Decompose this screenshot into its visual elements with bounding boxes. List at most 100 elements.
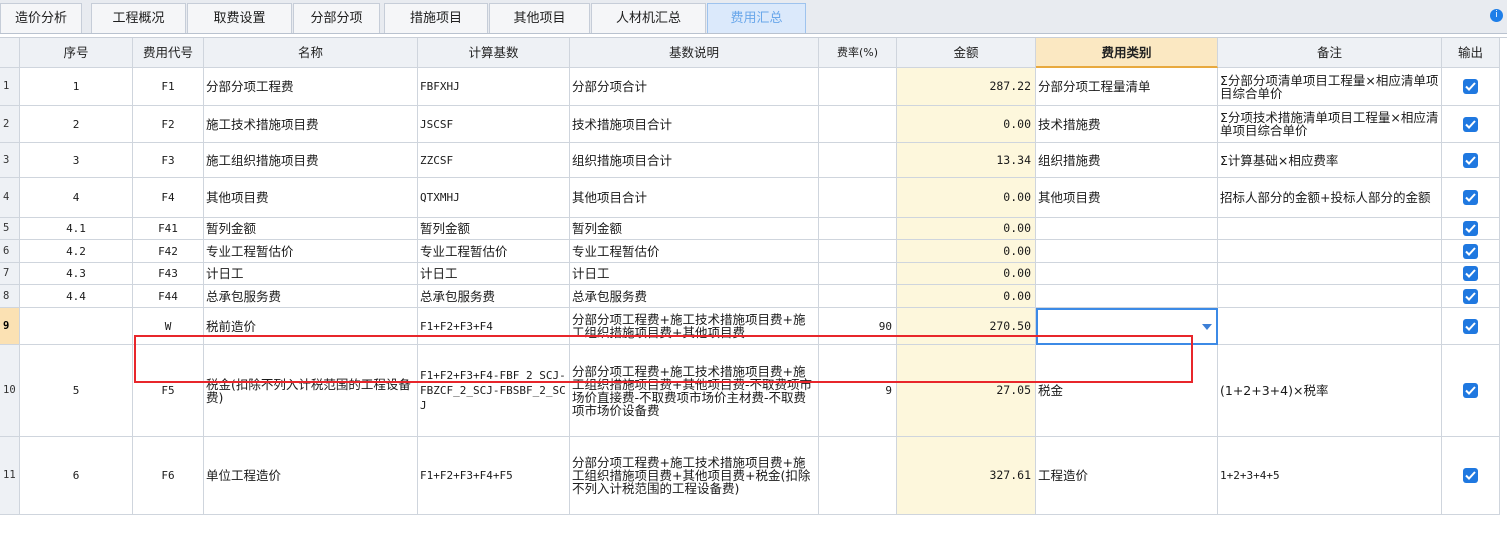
cell-remark[interactable]: Σ计算基础×相应费率	[1218, 143, 1442, 178]
cell-code[interactable]: F44	[133, 285, 204, 308]
cell-code[interactable]: F43	[133, 263, 204, 285]
cell-code[interactable]: F2	[133, 106, 204, 143]
table-row[interactable]: 6 4.2 F42 专业工程暂估价 专业工程暂估价 专业工程暂估价 0.00	[0, 240, 1500, 263]
cell-remark[interactable]	[1218, 218, 1442, 240]
cell-category[interactable]: 技术措施费	[1036, 106, 1218, 143]
cell-base[interactable]: F1+F2+F3+F4+F5	[418, 437, 570, 515]
cell-rate[interactable]	[819, 178, 897, 218]
row-number[interactable]: 3	[0, 143, 20, 178]
cell-base[interactable]: QTXMHJ	[418, 178, 570, 218]
cell-base[interactable]: JSCSF	[418, 106, 570, 143]
table-row-selected[interactable]: 9 W 税前造价 F1+F2+F3+F4 分部分项工程费+施工技术措施项目费+施…	[0, 308, 1500, 345]
row-number[interactable]: 2	[0, 106, 20, 143]
tab-cost-summary[interactable]: 费用汇总	[707, 3, 806, 33]
cell-rate[interactable]	[819, 143, 897, 178]
cell-base-desc[interactable]: 计日工	[570, 263, 819, 285]
cell-remark[interactable]	[1218, 263, 1442, 285]
cell-category[interactable]	[1036, 218, 1218, 240]
cell-remark[interactable]	[1218, 308, 1442, 345]
cell-code[interactable]: F3	[133, 143, 204, 178]
cell-category[interactable]: 工程造价	[1036, 437, 1218, 515]
cell-code[interactable]: F41	[133, 218, 204, 240]
cell-name[interactable]: 其他项目费	[204, 178, 418, 218]
cell-seq[interactable]: 4.1	[20, 218, 133, 240]
cell-base[interactable]: 暂列金额	[418, 218, 570, 240]
cell-seq[interactable]: 2	[20, 106, 133, 143]
cell-rate[interactable]	[819, 263, 897, 285]
output-checkbox[interactable]	[1463, 190, 1478, 205]
table-row[interactable]: 11 6 F6 单位工程造价 F1+F2+F3+F4+F5 分部分项工程费+施工…	[0, 437, 1500, 515]
cell-seq[interactable]: 4.2	[20, 240, 133, 263]
cell-seq[interactable]: 1	[20, 68, 133, 106]
cell-code[interactable]: F6	[133, 437, 204, 515]
header-base-desc[interactable]: 基数说明	[570, 38, 819, 68]
cell-base[interactable]: FBFXHJ	[418, 68, 570, 106]
output-checkbox[interactable]	[1463, 116, 1478, 132]
cell-rate[interactable]	[819, 437, 897, 515]
cell-base[interactable]: ZZCSF	[418, 143, 570, 178]
cell-seq[interactable]	[20, 308, 133, 345]
table-row[interactable]: 7 4.3 F43 计日工 计日工 计日工 0.00	[0, 263, 1500, 285]
output-checkbox[interactable]	[1463, 383, 1478, 398]
cell-name[interactable]: 税金(扣除不列入计税范围的工程设备费)	[204, 345, 418, 437]
cell-seq[interactable]: 6	[20, 437, 133, 515]
cell-name[interactable]: 单位工程造价	[204, 437, 418, 515]
cell-name[interactable]: 暂列金额	[204, 218, 418, 240]
table-row[interactable]: 3 3 F3 施工组织措施项目费 ZZCSF 组织措施项目合计 13.34 组织…	[0, 143, 1500, 178]
tab-measure-items[interactable]: 措施项目	[384, 3, 488, 33]
row-number[interactable]: 11	[0, 437, 20, 515]
cell-rate[interactable]	[819, 218, 897, 240]
cell-seq[interactable]: 5	[20, 345, 133, 437]
cell-remark[interactable]: Σ分项技术措施清单项目工程量×相应清单项目综合单价	[1218, 106, 1442, 143]
header-category[interactable]: 费用类别	[1036, 38, 1218, 68]
table-row[interactable]: 2 2 F2 施工技术措施项目费 JSCSF 技术措施项目合计 0.00 技术措…	[0, 106, 1500, 143]
cell-rate[interactable]	[819, 285, 897, 308]
cell-category[interactable]: 分部分项工程量清单	[1036, 68, 1218, 106]
cell-base[interactable]: F1+F2+F3+F4	[418, 308, 570, 345]
tab-fee-settings[interactable]: 取费设置	[187, 3, 292, 33]
row-number[interactable]: 4	[0, 178, 20, 218]
cell-category[interactable]: 税金	[1036, 345, 1218, 437]
row-number[interactable]: 1	[0, 68, 20, 106]
cell-name[interactable]: 总承包服务费	[204, 285, 418, 308]
info-icon[interactable]: i	[1490, 9, 1503, 22]
row-number[interactable]: 5	[0, 218, 20, 240]
output-checkbox[interactable]	[1463, 318, 1478, 334]
tab-labor-material-summary[interactable]: 人材机汇总	[591, 3, 706, 33]
cell-base-desc[interactable]: 专业工程暂估价	[570, 240, 819, 263]
output-checkbox[interactable]	[1463, 79, 1478, 94]
output-checkbox[interactable]	[1463, 221, 1478, 236]
cell-seq[interactable]: 4.4	[20, 285, 133, 308]
row-number[interactable]: 6	[0, 240, 20, 263]
table-row[interactable]: 4 4 F4 其他项目费 QTXMHJ 其他项目合计 0.00 其他项目费 招标…	[0, 178, 1500, 218]
cell-remark[interactable]: 1+2+3+4+5	[1218, 437, 1442, 515]
table-row[interactable]: 1 1 F1 分部分项工程费 FBFXHJ 分部分项合计 287.22 分部分项…	[0, 68, 1500, 106]
cell-name[interactable]: 分部分项工程费	[204, 68, 418, 106]
row-number[interactable]: 8	[0, 285, 20, 308]
header-seq[interactable]: 序号	[20, 38, 133, 68]
header-name[interactable]: 名称	[204, 38, 418, 68]
tab-project-overview[interactable]: 工程概况	[91, 3, 186, 33]
cell-base[interactable]: 总承包服务费	[418, 285, 570, 308]
cell-category[interactable]	[1036, 263, 1218, 285]
header-code[interactable]: 费用代号	[133, 38, 204, 68]
output-checkbox[interactable]	[1463, 288, 1478, 304]
cell-remark[interactable]: 招标人部分的金额+投标人部分的金额	[1218, 178, 1442, 218]
cell-base-desc[interactable]: 技术措施项目合计	[570, 106, 819, 143]
header-amount[interactable]: 金额	[897, 38, 1036, 68]
cell-code[interactable]: F42	[133, 240, 204, 263]
cell-base-desc[interactable]: 分部分项合计	[570, 68, 819, 106]
cell-remark[interactable]	[1218, 240, 1442, 263]
cell-name[interactable]: 计日工	[204, 263, 418, 285]
cell-base[interactable]: 计日工	[418, 263, 570, 285]
cell-base-desc[interactable]: 总承包服务费	[570, 285, 819, 308]
cell-base-desc[interactable]: 分部分项工程费+施工技术措施项目费+施工组织措施项目费+其他项目费-不取费项市场…	[570, 345, 819, 437]
header-base[interactable]: 计算基数	[418, 38, 570, 68]
output-checkbox[interactable]	[1463, 152, 1478, 168]
cell-seq[interactable]: 4.3	[20, 263, 133, 285]
cell-category[interactable]	[1036, 240, 1218, 263]
header-rate[interactable]: 费率(%)	[819, 38, 897, 68]
cell-name[interactable]: 税前造价	[204, 308, 418, 345]
output-checkbox[interactable]	[1463, 243, 1478, 259]
row-number[interactable]: 9	[0, 308, 20, 345]
